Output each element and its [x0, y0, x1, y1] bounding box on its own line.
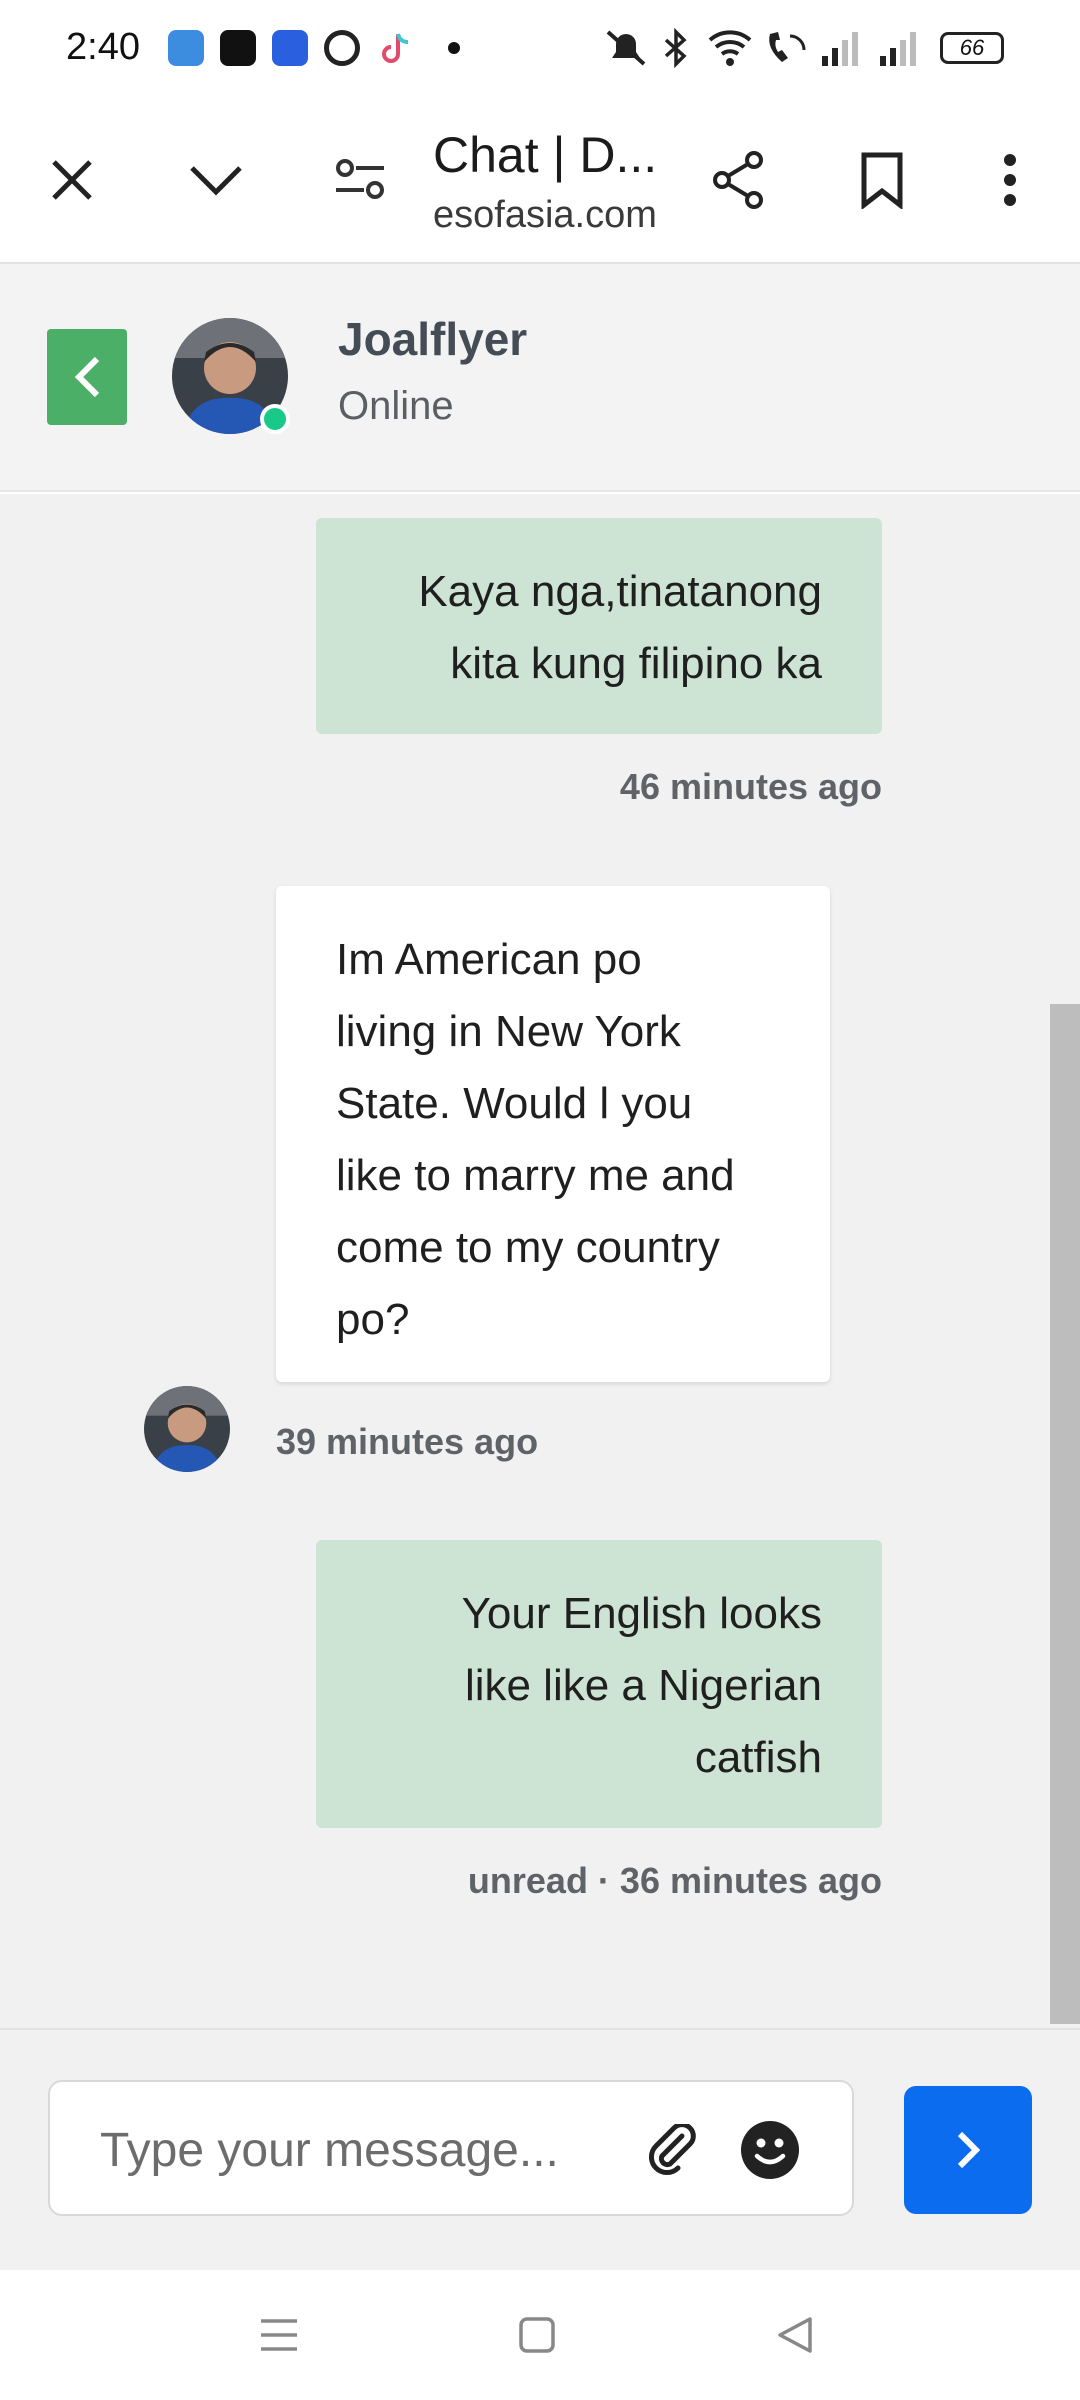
message-timestamp: 46 minutes ago: [619, 766, 882, 807]
chevron-down-icon: [190, 166, 242, 196]
minimize-button[interactable]: [172, 136, 260, 224]
attach-button[interactable]: [640, 2118, 704, 2182]
tiktok-icon: [378, 30, 414, 66]
message-line: catfish: [694, 1733, 822, 1782]
more-vertical-icon: [1004, 154, 1016, 206]
battery-level: 66: [959, 35, 985, 60]
contact-status: Online: [338, 384, 454, 428]
signal-icon: [880, 32, 916, 66]
contact-name[interactable]: Joalflyer: [338, 312, 527, 366]
share-icon: [713, 151, 763, 209]
close-icon: [52, 160, 92, 200]
shopee-icon: [220, 30, 256, 66]
google-icon: [324, 30, 360, 66]
chevron-right-icon: [957, 2131, 980, 2169]
back-nav-button[interactable]: [760, 2300, 830, 2370]
signal-icon: [822, 32, 858, 66]
online-status-dot: [260, 404, 290, 434]
back-button[interactable]: [47, 329, 127, 425]
message-bubble-outgoing[interactable]: Your English looks like like a Nigerian …: [316, 1540, 882, 1828]
mute-icon: [606, 30, 646, 66]
wifi-icon: [708, 30, 752, 66]
wifi-call-icon: [769, 32, 806, 62]
system-nav-bar: [0, 2270, 1080, 2400]
message-line: like to marry me and: [336, 1151, 735, 1200]
send-button[interactable]: [904, 2086, 1032, 2214]
recent-apps-button[interactable]: [244, 2300, 314, 2370]
more-options-button[interactable]: [966, 136, 1054, 224]
chat-header: Joalflyer Online: [0, 264, 1080, 492]
bluetooth-icon: [664, 28, 687, 68]
message-timestamp: 39 minutes ago: [276, 1421, 539, 1462]
page-url[interactable]: esofasia.com: [433, 194, 673, 237]
message-bubble-incoming[interactable]: Im American po living in New York State.…: [276, 886, 830, 1382]
chat-messages[interactable]: Kaya nga,tinatanong kita kung filipino k…: [0, 494, 1080, 2028]
home-square-icon: [519, 2317, 555, 2353]
radio-icon: [272, 30, 308, 66]
share-button[interactable]: [694, 136, 782, 224]
message-line: come to my country: [336, 1223, 720, 1272]
bookmark-icon: [861, 152, 903, 209]
emoji-icon: [741, 2121, 799, 2179]
message-input[interactable]: [100, 2118, 620, 2182]
close-tab-button[interactable]: [28, 136, 116, 224]
tune-icon: [336, 159, 384, 199]
browser-toolbar: Chat | D... esofasia.com: [0, 96, 1080, 264]
message-line: Your English looks: [461, 1589, 822, 1638]
status-time: 2:40: [66, 26, 140, 68]
message-read-status: unread · 36 minutes ago: [467, 1860, 882, 1901]
scrollbar-thumb[interactable]: [1050, 1004, 1080, 2024]
chevron-left-icon: [74, 356, 100, 398]
message-line: like like a Nigerian: [464, 1661, 822, 1710]
menu-icon: [261, 2319, 297, 2351]
message-input-box: [48, 2080, 854, 2216]
sender-avatar[interactable]: [144, 1386, 230, 1472]
message-composer: [0, 2028, 1080, 2270]
message-line: Im American po: [336, 935, 642, 984]
bookmark-button[interactable]: [838, 136, 926, 224]
message-line: living in New York: [336, 1007, 681, 1056]
message-line: kita kung filipino ka: [450, 639, 822, 688]
message-line: State. Would l you: [336, 1079, 693, 1128]
dot-icon: [448, 42, 460, 54]
triangle-back-icon: [778, 2317, 812, 2353]
page-title: Chat | D...: [433, 127, 658, 183]
status-bar: 2:40 66: [0, 0, 1080, 96]
emoji-button[interactable]: [738, 2118, 802, 2182]
paperclip-icon: [648, 2124, 696, 2176]
message-line: Kaya nga,tinatanong: [418, 567, 822, 616]
site-settings-button[interactable]: [316, 136, 404, 224]
home-button[interactable]: [502, 2300, 572, 2370]
battery-icon: 66: [940, 32, 1004, 64]
message-line: po?: [336, 1295, 410, 1344]
message-bubble-outgoing[interactable]: Kaya nga,tinatanong kita kung filipino k…: [316, 518, 882, 734]
app-icon-blue: [168, 30, 204, 66]
